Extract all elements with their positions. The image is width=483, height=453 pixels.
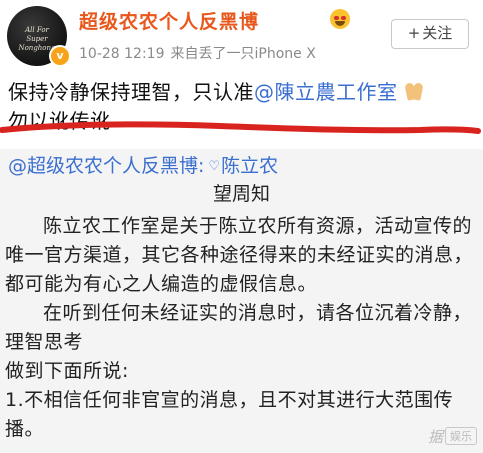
watermark-main: 据 xyxy=(427,428,443,446)
post-header: All For Super Nonghong v 超级农农个人反黑博 10-28… xyxy=(0,0,483,68)
verified-badge-icon: v xyxy=(49,45,71,67)
repost-author-line: @超级农农个人反黑博: ♡陈立农 xyxy=(8,153,278,180)
super-topic-icon: ♡ xyxy=(208,159,221,174)
plus-icon: + xyxy=(407,24,421,42)
repost-body: 陈立农工作室是关于陈立农所有资源，活动宣传的唯一官方渠道，其它各种途径得来的未经… xyxy=(5,212,477,444)
repost-paragraph: 做到下面所说: xyxy=(5,360,129,382)
studio-mention-link[interactable]: @陳立農工作室 xyxy=(254,80,398,104)
watermark: 据娱乐 xyxy=(428,426,477,447)
follow-button[interactable]: + 关注 xyxy=(391,19,469,49)
watermark-sub: 娱乐 xyxy=(445,427,477,445)
repost-paragraph: 陈立农工作室是关于陈立农所有资源，活动宣传的唯一官方渠道，其它各种途径得来的未经… xyxy=(5,215,474,295)
repost-card[interactable]: @超级农农个人反黑博: ♡陈立农 望周知 陈立农工作室是关于陈立农所有资源，活动宣… xyxy=(0,149,483,453)
username-link[interactable]: 超级农农个人反黑博 xyxy=(79,7,259,34)
repost-author-link[interactable]: @超级农农个人反黑博 xyxy=(8,155,198,177)
follow-label: 关注 xyxy=(422,24,453,42)
post-time: 10-28 12:19 xyxy=(79,46,165,62)
emoji-eye-left xyxy=(334,16,339,20)
repost-paragraph: 1.不相信任何非官宣的消息，且不对其进行大范围传播。 xyxy=(5,389,454,440)
post-device: 来自丢了一只iPhone X xyxy=(170,46,316,62)
post-body: 保持冷静保持理智，只认准@陳立農工作室 勿以讹传讹 xyxy=(8,78,476,136)
emoji-mouth xyxy=(335,21,345,26)
repost-paragraph: 在听到任何未经证实的消息时，请各位沉着冷静，理智思考 xyxy=(5,302,473,353)
post-meta: 10-28 12:19 来自丢了一只iPhone X xyxy=(79,43,316,63)
grinning-face-icon xyxy=(330,9,350,29)
repost-separator: : xyxy=(198,155,205,177)
repost-mention-link[interactable]: 陈立农 xyxy=(221,155,278,177)
emoji-eye-right xyxy=(341,16,346,20)
weibo-post-screenshot: All For Super Nonghong v 超级农农个人反黑博 10-28… xyxy=(0,0,483,453)
repost-title: 望周知 xyxy=(212,183,270,205)
post-text-after: 勿以讹传讹 xyxy=(8,109,111,133)
post-text-before: 保持冷静保持理智，只认准 xyxy=(8,80,254,104)
pray-icon xyxy=(404,83,424,101)
